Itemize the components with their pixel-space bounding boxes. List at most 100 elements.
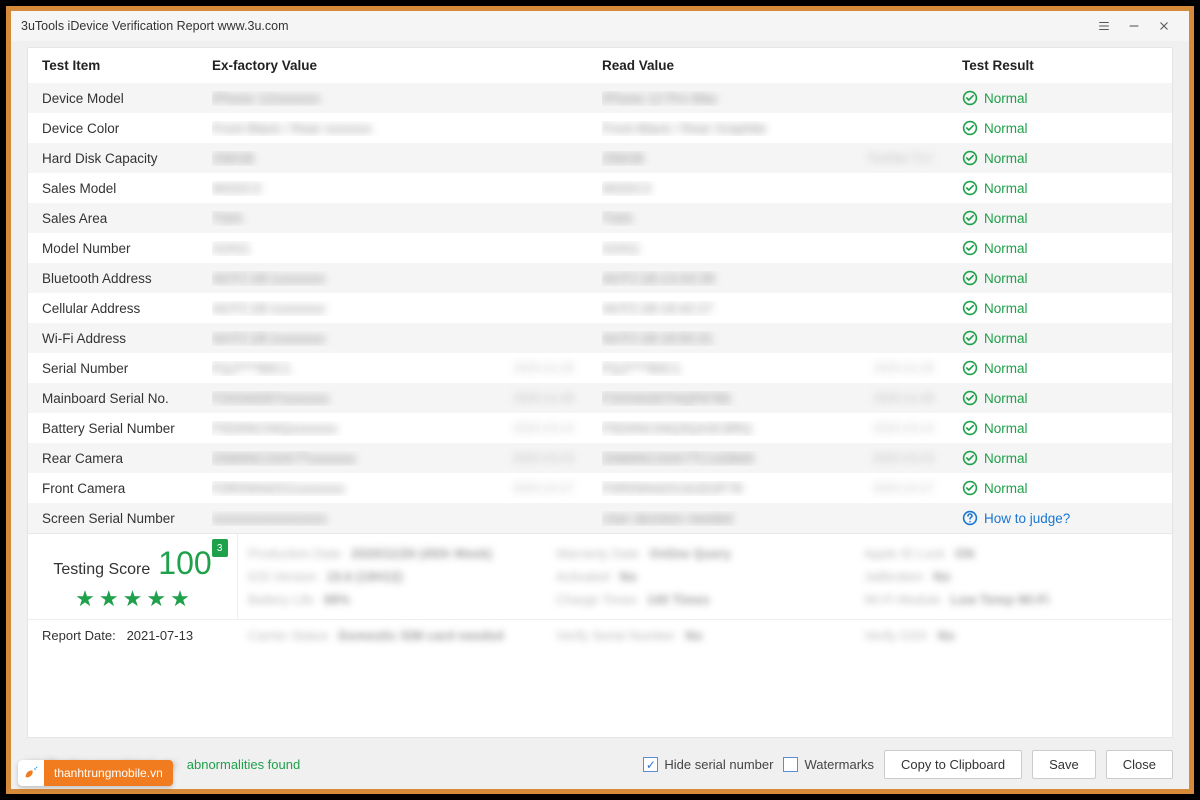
table-row: Mainboard Serial No.F3X044307xxxxxxx2020… <box>28 383 1172 413</box>
cell-test-item: Rear Camera <box>28 443 198 473</box>
table-row: Cellular Address44:F2:1B:1xxxxxxx44:F2:1… <box>28 293 1172 323</box>
table-row: Bluetooth Address44:F2:1B:1xxxxxxx 44:F2:… <box>28 263 1172 293</box>
cell-result: Normal <box>948 293 1172 323</box>
info-key: Production Date <box>248 546 341 561</box>
cell-ex-value: MGDC3 <box>198 173 588 203</box>
cell-ex-value: 44:F2:1B:1xxxxxxx <box>198 263 588 293</box>
cell-test-item: Hard Disk Capacity <box>28 143 198 173</box>
close-icon[interactable] <box>1149 11 1179 41</box>
read-value-text: TH/A <box>602 211 934 226</box>
titlebar: 3uTools iDevice Verification Report www.… <box>11 11 1189 41</box>
col-header-item: Test Item <box>28 48 198 83</box>
ex-value-text: iPhone 12xxxxxxx <box>212 91 574 106</box>
col-header-ex: Ex-factory Value <box>198 48 588 83</box>
cell-test-item: Model Number <box>28 233 198 263</box>
cell-read-value: F5D0NC04Q3QA3C8RQ2020-10-14 <box>588 413 948 443</box>
site-watermark: thanhtrungmobile.vn <box>18 760 173 786</box>
info-key: Verify Serial Number <box>556 628 675 643</box>
result-text: Normal <box>984 151 1028 166</box>
cell-result: Normal <box>948 263 1172 293</box>
minimize-icon[interactable] <box>1119 11 1149 41</box>
score-value: 100 <box>158 545 211 582</box>
cell-test-item: Mainboard Serial No. <box>28 383 198 413</box>
ex-value-text: 44:F2:1B:1xxxxxxx <box>212 331 574 346</box>
ex-value-extra: 2020-11-26 <box>514 391 575 405</box>
list-view-icon[interactable] <box>1089 11 1119 41</box>
cell-ex-value: FQJ****80C12020-11-26 <box>198 353 588 383</box>
cell-read-value: TH/A <box>588 203 948 233</box>
read-value-text: F0R0NN42G16JD2F78 <box>602 481 873 496</box>
read-value-text: F5D0NC04Q3QA3C8RQ <box>602 421 873 436</box>
watermarks-label: Watermarks <box>804 757 874 772</box>
cell-read-value: A2411 <box>588 233 948 263</box>
hide-serial-label: Hide serial number <box>664 757 773 772</box>
result-text: Normal <box>984 391 1028 406</box>
cell-result: Normal <box>948 383 1172 413</box>
ex-value-text: F5D0NC04Qxxxxxxx <box>212 421 513 436</box>
result-text: Normal <box>984 91 1028 106</box>
ex-value-extra: 2020-10-14 <box>513 421 574 435</box>
cell-test-item: Serial Number <box>28 353 198 383</box>
info-grid-bottom: Carrier StatusDomestic SIM card needed Ve… <box>238 620 1172 651</box>
read-value-extra: 2020-11-26 <box>874 391 935 405</box>
cell-test-item: Sales Area <box>28 203 198 233</box>
report-panel: Test Item Ex-factory Value Read Value Te… <box>27 47 1173 738</box>
hide-serial-checkbox[interactable]: Hide serial number <box>643 757 773 772</box>
ex-value-text: xxxxxxxxxxxxxxxxx <box>212 511 574 526</box>
info-key: Carrier Status <box>248 628 328 643</box>
info-key: Verify GSX <box>864 628 928 643</box>
result-text: Normal <box>984 181 1028 196</box>
copy-to-clipboard-button[interactable]: Copy to Clipboard <box>884 750 1022 779</box>
info-value: 15.6 (19H12) <box>327 569 403 584</box>
cell-result: Normal <box>948 323 1172 353</box>
read-value-text: FQJ****80C1 <box>602 361 874 376</box>
cell-read-value: User decision needed <box>588 503 948 533</box>
cell-ex-value: F0R0NN42G1xxxxxxx2020-10-27 <box>198 473 588 503</box>
cell-result: Normal <box>948 203 1172 233</box>
result-text: Normal <box>984 481 1028 496</box>
cell-test-item: Wi-Fi Address <box>28 323 198 353</box>
info-key: Apple ID Lock <box>864 546 945 561</box>
cell-ex-value: 44:F2:1B:1xxxxxxx <box>198 293 588 323</box>
cell-ex-value: 256GB <box>198 143 588 173</box>
table-row: Serial NumberFQJ****80C12020-11-26FQJ***… <box>28 353 1172 383</box>
cell-read-value: F0R0NN42G16JD2F782020-10-27 <box>588 473 948 503</box>
cell-read-value: F3X044307HQF67662020-11-26 <box>588 383 948 413</box>
testing-score-box: Testing Score 100 3 ★ ★ ★ ★ ★ <box>28 534 238 619</box>
read-value-text: User decision needed <box>602 511 934 526</box>
close-button[interactable]: Close <box>1106 750 1173 779</box>
cell-read-value: FQJ****80C12020-11-26 <box>588 353 948 383</box>
star-icon: ★ <box>75 586 95 612</box>
ex-value-text: F3X044307xxxxxxx <box>212 391 514 406</box>
cell-result: Normal <box>948 173 1172 203</box>
ex-value-extra: 2020-10-23 <box>513 451 574 465</box>
result-text: Normal <box>984 361 1028 376</box>
info-value: Low Temp Wi-Fi <box>951 592 1050 607</box>
cell-result: Normal <box>948 143 1172 173</box>
watermarks-checkbox[interactable]: Watermarks <box>783 757 874 772</box>
save-button[interactable]: Save <box>1032 750 1096 779</box>
cell-result: Normal <box>948 413 1172 443</box>
info-value: ON <box>955 546 975 561</box>
read-value-text: F3X044307HQF6766 <box>602 391 874 406</box>
ex-value-text: FQJ****80C1 <box>212 361 514 376</box>
table-row: Wi-Fi Address 44:F2:1B:1xxxxxxx 44:F2:1B:1… <box>28 323 1172 353</box>
info-cell: Carrier StatusDomestic SIM card needed <box>248 624 546 647</box>
info-grid: Production Date2020/11/26 (45th Week)War… <box>238 534 1172 619</box>
cell-result: Normal <box>948 353 1172 383</box>
info-cell: Warranty DateOnline Query <box>556 542 854 565</box>
cell-ex-value: iPhone 12xxxxxxx <box>198 83 588 113</box>
cell-read-value: 44:F2:1B:18:50:31 <box>588 323 948 353</box>
read-value-text: 44:F2:1B:13:A0:39 <box>602 271 934 286</box>
table-row: Sales ModelMGDC3MGDC3Normal <box>28 173 1172 203</box>
cell-ex-value: A2411 <box>198 233 588 263</box>
table-row: Device ColorFront Black / Rear xxxxxxxFr… <box>28 113 1172 143</box>
verification-table: Test Item Ex-factory Value Read Value Te… <box>28 48 1172 533</box>
cell-test-item: Screen Serial Number <box>28 503 198 533</box>
info-cell: Verify GSXNo <box>864 624 1162 647</box>
cell-test-item: Bluetooth Address <box>28 263 198 293</box>
info-value: Online Query <box>649 546 731 561</box>
cell-result[interactable]: How to judge? <box>948 503 1172 533</box>
info-cell: Apple ID Lock ON <box>864 542 1162 565</box>
ex-value-text: 44:F2:1B:1xxxxxxx <box>212 301 574 316</box>
